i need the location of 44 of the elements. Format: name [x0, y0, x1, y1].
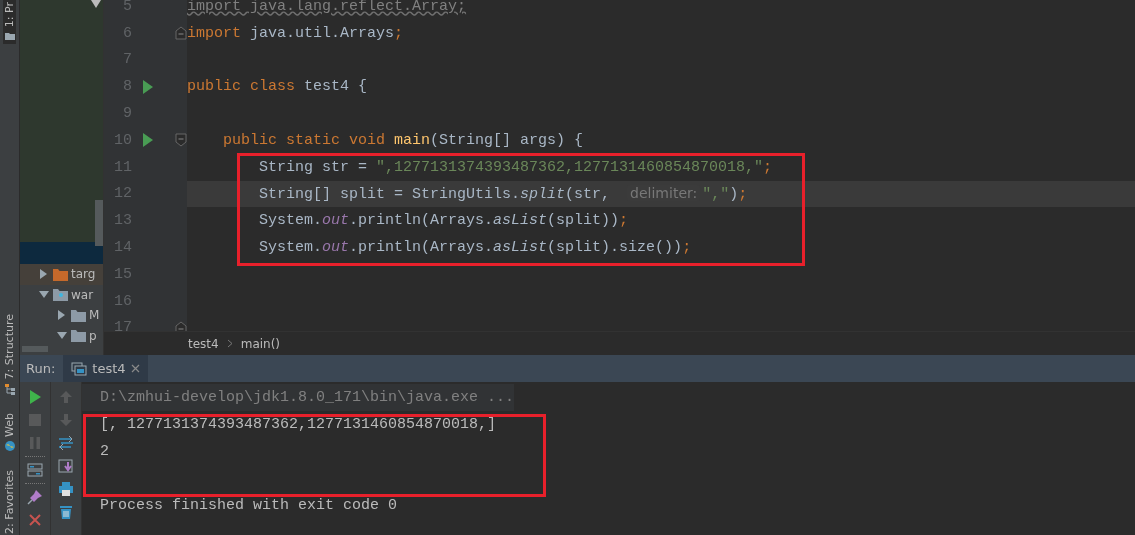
structure-icon — [3, 382, 16, 395]
code-line: String[] split = StringUtils.split(str, delimiter: ","); — [258, 184, 748, 203]
tool-window-tab[interactable]: 1: Pr — [3, 0, 16, 45]
printer-icon[interactable] — [58, 481, 74, 497]
code-line: System.out.println(Arrays.asList(split)); — [258, 212, 629, 230]
run-icon[interactable] — [27, 389, 43, 405]
tool-window-tab[interactable]: 7: Structure — [3, 312, 16, 397]
scroll-to-end-icon[interactable] — [58, 458, 74, 474]
run-icon[interactable] — [142, 78, 154, 95]
code-line: System.out.println(Arrays.asList(split).size()); — [258, 239, 692, 257]
command-line: D:\zmhui-develop\jdk1.8.0_171\bin\java.exe ... — [100, 389, 515, 406]
run-label: Run: — [25, 361, 57, 376]
run-icon[interactable] — [142, 132, 154, 149]
code-line: public static void main(String[] args) { — [222, 131, 584, 149]
code-line: public class test4 { — [187, 78, 368, 96]
close-icon[interactable] — [27, 512, 43, 528]
globe-icon — [3, 439, 16, 452]
fold-icon[interactable] — [175, 26, 187, 41]
pin-icon[interactable] — [27, 489, 43, 505]
tool-window-tab[interactable]: 2: Favorites — [3, 467, 16, 535]
console-output: [, 1277131374393487362,1277131460854870018,] — [100, 416, 497, 433]
trash-icon[interactable] — [58, 504, 74, 520]
wrap-icon[interactable] — [58, 435, 74, 451]
console-output: 2 — [100, 443, 109, 460]
breadcrumb-item[interactable]: test4 — [188, 336, 219, 351]
scrollbar-thumb[interactable] — [95, 200, 103, 246]
fold-icon[interactable] — [175, 320, 187, 332]
scrollbar-thumb[interactable] — [22, 346, 48, 352]
close-icon[interactable] — [130, 364, 140, 373]
tool-window-tab[interactable]: Web — [3, 410, 16, 454]
tree-item-label[interactable]: war — [71, 287, 94, 302]
run-tab[interactable]: test4 — [63, 355, 148, 382]
folder-icon — [3, 30, 16, 43]
layout-icon[interactable] — [27, 462, 43, 478]
code-line: String str = ",1277131374393487362,1277131460854870018,"; — [258, 158, 773, 176]
chevron-icon — [226, 339, 233, 349]
exit-message: Process finished with exit code 0 — [100, 497, 398, 514]
code-line: import java.util.Arrays; — [187, 24, 404, 42]
dropdown-arrow-icon[interactable] — [91, 0, 101, 8]
tree-item-label[interactable]: M — [89, 308, 100, 323]
fold-icon[interactable] — [175, 133, 187, 148]
tree-item-label[interactable]: p — [89, 328, 97, 343]
console-icon — [71, 361, 88, 376]
breadcrumb-item[interactable]: main() — [240, 336, 281, 351]
